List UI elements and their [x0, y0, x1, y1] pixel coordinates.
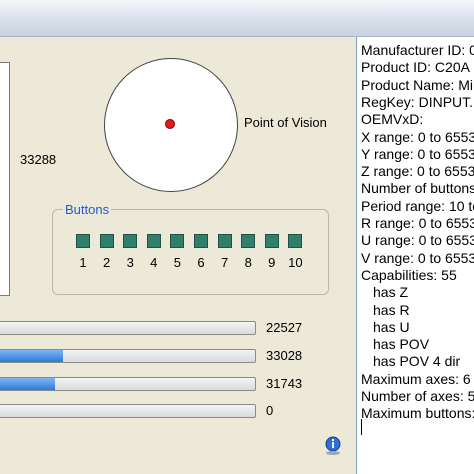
axis-bar-3-fill	[0, 378, 56, 390]
button-indicator-10: 10	[285, 234, 305, 270]
info-line: Product ID: C20A	[361, 59, 470, 76]
info-line: Product Name: Mi	[361, 76, 474, 93]
info-line: has POV 4 dir	[373, 353, 461, 370]
button-indicator-8: 8	[238, 234, 258, 270]
button-indicator-5: 5	[167, 234, 187, 270]
button-number-label: 10	[288, 255, 303, 270]
axis-value-4: 0	[266, 403, 274, 418]
buttons-groupbox: Buttons 1 2 3 4 5 6 7 8 9 10	[52, 202, 329, 295]
buttons-legend: Buttons	[63, 202, 112, 217]
button-indicator-square	[217, 234, 232, 248]
button-indicator-square	[288, 234, 303, 248]
axis-position-value: 33288	[20, 152, 57, 167]
button-indicator-2: 2	[97, 234, 117, 270]
button-number-label: 5	[173, 255, 181, 270]
axis-value-3: 31743	[266, 376, 303, 391]
button-number-label: 2	[102, 255, 111, 270]
device-info-textbox[interactable]: Manufacturer ID: 0 Product ID: C20A Produc…	[356, 37, 474, 474]
info-line: R range: 0 to 6553	[361, 215, 474, 231]
axis-value-2: 33028	[266, 348, 303, 363]
info-line: has R	[373, 301, 410, 318]
axis-position-box	[0, 62, 10, 296]
axis-value-1: 22527	[266, 320, 303, 335]
info-line: Y range: 0 to 6553	[361, 145, 474, 162]
text-caret	[361, 419, 362, 435]
button-indicator-3: 3	[120, 234, 140, 270]
button-number-label: 7	[220, 255, 229, 270]
left-pane: 33288 Point of Vision Buttons 123 45 678 91…	[0, 37, 356, 474]
button-number-label: 3	[126, 255, 134, 270]
info-line: has Z	[373, 284, 409, 301]
info-line: has POV	[373, 336, 430, 353]
info-line: X range: 0 to 6553	[361, 128, 474, 145]
point-of-vision-circle	[104, 58, 238, 192]
button-number-label: 8	[244, 255, 252, 270]
info-line: OEMVxD:	[361, 111, 424, 128]
axis-bar-2-fill	[0, 350, 63, 362]
button-indicator-square	[264, 234, 279, 248]
info-line: Number of axes: 5	[361, 388, 474, 404]
button-indicator-6: 6	[191, 234, 211, 270]
info-line: V range: 0 to 6553	[361, 249, 474, 266]
button-number-label: 1	[79, 255, 87, 270]
button-number-label: 6	[197, 255, 205, 270]
button-indicator-square	[194, 234, 208, 248]
button-indicator-1: 1	[73, 234, 93, 270]
button-indicator-7: 7	[215, 234, 235, 270]
point-of-vision-label: Point of Vision	[244, 115, 327, 130]
button-number-label: 4	[150, 255, 158, 270]
button-number-label: 9	[268, 255, 276, 270]
info-line: Period range: 10 to	[361, 197, 474, 214]
button-indicator-square	[123, 234, 138, 248]
info-line: Number of buttons	[361, 180, 474, 197]
button-indicator-square	[170, 234, 185, 248]
axis-bar-3	[0, 377, 256, 391]
axis-bar-4	[0, 404, 256, 418]
button-indicator-square	[99, 234, 114, 248]
info-line: Maximum buttons:	[361, 405, 474, 422]
pov-indicator-dot	[165, 119, 175, 129]
button-indicator-9: 9	[262, 234, 282, 270]
info-line: has U	[373, 318, 410, 335]
info-icon[interactable]	[322, 434, 344, 456]
info-line: Z range: 0 to 6553	[361, 163, 474, 180]
button-indicator-square	[76, 234, 90, 248]
info-line: Capabilities: 55	[361, 266, 457, 283]
window-titlebar	[0, 0, 474, 37]
button-indicator-square	[146, 234, 161, 248]
info-line: Maximum axes: 6	[361, 370, 471, 387]
button-indicator-square	[241, 234, 256, 248]
info-line: Manufacturer ID: 0	[361, 42, 474, 58]
button-indicator-4: 4	[144, 234, 164, 270]
info-line: U range: 0 to 6553	[361, 232, 474, 249]
axis-bar-1	[0, 321, 256, 335]
axis-bar-2	[0, 349, 256, 363]
info-line: RegKey: DINPUT.	[361, 93, 474, 110]
